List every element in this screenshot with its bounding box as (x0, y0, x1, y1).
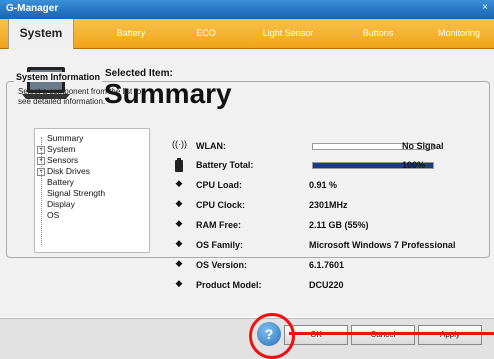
tab-system[interactable]: System (8, 19, 74, 49)
row-label: CPU Clock: (196, 200, 246, 210)
row-label: OS Family: (196, 240, 244, 250)
row-label: Product Model: (196, 280, 262, 290)
expand-icon[interactable]: + (37, 167, 45, 176)
row-value: 6.1.7601 (309, 260, 345, 270)
cpu-clock-row: ◆ CPU Clock: 2301MHz (172, 198, 492, 214)
chip-icon: ◆ (175, 178, 183, 188)
chip-icon: ◆ (175, 278, 183, 288)
ram-free-row: ◆ RAM Free: 2.11 GB (55%) (172, 218, 492, 234)
wlan-row: ((·)) WLAN: No Signal (172, 139, 492, 155)
annotation-line (289, 332, 494, 335)
tab-buttons[interactable]: Buttons (350, 19, 406, 48)
row-label: Battery Total: (196, 160, 254, 170)
tree-item-display[interactable]: Display (47, 199, 75, 209)
tab-bar: System Battery ECO Light Sensor Buttons … (0, 19, 494, 49)
row-value: DCU220 (309, 280, 344, 290)
tree-item-label: Sensors (47, 155, 79, 165)
tab-eco[interactable]: ECO (186, 19, 226, 48)
window-title: G-Manager (6, 3, 59, 14)
tree-item-battery[interactable]: Battery (47, 177, 74, 187)
tree-item-disk-drives[interactable]: + Disk Drives (37, 166, 90, 176)
chip-icon: ◆ (175, 198, 183, 208)
tree-item-summary[interactable]: Summary (47, 133, 83, 143)
tree-item-label: System (47, 144, 76, 154)
chip-icon: ◆ (175, 218, 183, 228)
title-bar: G-Manager × (0, 0, 494, 19)
tree-item-system[interactable]: + System (37, 144, 75, 154)
close-icon[interactable]: × (478, 1, 492, 15)
row-value: 2301MHz (309, 200, 348, 210)
row-value: 2.11 GB (55%) (309, 220, 369, 230)
component-tree[interactable]: Summary + System + Sensors + Disk Drives Ba… (34, 128, 150, 253)
row-label: OS Version: (196, 260, 248, 270)
tree-item-label: Disk Drives (47, 166, 90, 176)
tree-item-sensors[interactable]: + Sensors (37, 155, 78, 165)
expand-icon[interactable]: + (37, 156, 45, 165)
tab-battery[interactable]: Battery (105, 19, 157, 48)
instruction-text: Select a component from the list to see … (18, 87, 142, 106)
cpu-load-row: ◆ CPU Load: 0.91 % (172, 178, 492, 194)
highlight-circle (249, 313, 295, 359)
os-family-row: ◆ OS Family: Microsoft Windows 7 Profess… (172, 238, 492, 254)
apply-button[interactable]: Apply (418, 325, 482, 345)
os-version-row: ◆ OS Version: 6.1.7601 (172, 258, 492, 274)
row-value: No Signal (402, 141, 444, 151)
battery-icon (175, 158, 183, 172)
row-value: Microsoft Windows 7 Professional (309, 240, 456, 250)
row-label: RAM Free: (196, 220, 242, 230)
row-value: 100% (402, 160, 426, 170)
expand-icon[interactable]: + (37, 145, 45, 154)
tree-item-signal-strength[interactable]: Signal Strength (47, 188, 105, 198)
tab-light-sensor[interactable]: Light Sensor (252, 19, 324, 48)
chip-icon: ◆ (175, 258, 183, 268)
tab-monitoring[interactable]: Monitoring (426, 19, 492, 48)
battery-row: Battery Total: 100% (172, 158, 492, 174)
row-value: 0.91 % (309, 180, 338, 190)
row-label: CPU Load: (196, 180, 242, 190)
row-label: WLAN: (196, 141, 226, 151)
product-model-row: ◆ Product Model: DCU220 (172, 278, 492, 294)
wifi-icon: ((·)) (172, 139, 187, 149)
tree-item-os[interactable]: OS (47, 210, 59, 220)
chip-icon: ◆ (175, 238, 183, 248)
cancel-button[interactable]: Cancel (351, 325, 415, 345)
group-title: System Information (14, 72, 103, 82)
